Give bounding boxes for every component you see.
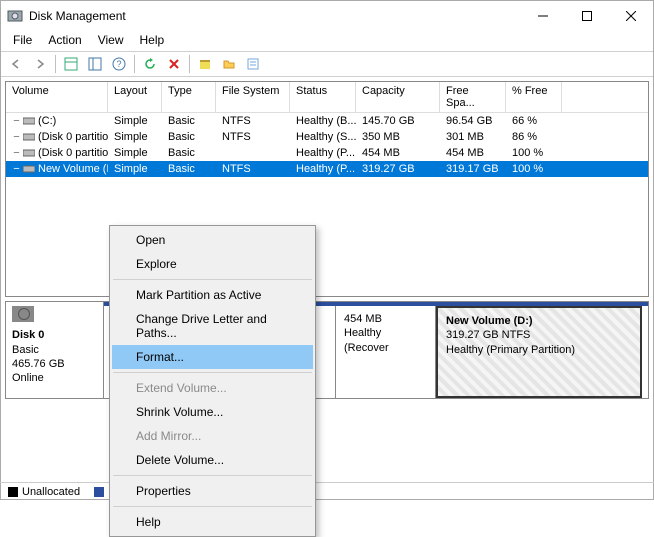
- disk-type: Basic: [12, 344, 39, 356]
- ctx-properties[interactable]: Properties: [112, 479, 313, 503]
- ctx-explore[interactable]: Explore: [112, 252, 313, 276]
- volume-row[interactable]: −(Disk 0 partition 1) Simple Basic NTFS …: [6, 129, 648, 145]
- ctx-add-mirror: Add Mirror...: [112, 424, 313, 448]
- disk-name: Disk 0: [12, 329, 44, 341]
- col-free[interactable]: Free Spa...: [440, 82, 506, 112]
- volume-name: (Disk 0 partition 1): [38, 131, 108, 143]
- folder-icon[interactable]: [218, 53, 240, 75]
- partition-selected[interactable]: New Volume (D:) 319.27 GB NTFS Healthy (…: [436, 306, 642, 398]
- maximize-button[interactable]: [565, 1, 609, 31]
- disk-state: Online: [12, 372, 44, 384]
- volume-name: (C:): [38, 115, 56, 127]
- ctx-delete[interactable]: Delete Volume...: [112, 448, 313, 472]
- menu-file[interactable]: File: [5, 31, 40, 51]
- legend: Unallocated Primary partition: [0, 482, 654, 500]
- col-volume[interactable]: Volume: [6, 82, 108, 112]
- window-title: Disk Management: [29, 9, 521, 23]
- menu-bar: File Action View Help: [1, 31, 653, 51]
- view-1-icon[interactable]: [60, 53, 82, 75]
- forward-button[interactable]: [29, 53, 51, 75]
- view-2-icon[interactable]: [84, 53, 106, 75]
- col-pct-free[interactable]: % Free: [506, 82, 562, 112]
- settings-icon[interactable]: [194, 53, 216, 75]
- disk-size: 465.76 GB: [12, 358, 65, 370]
- close-button[interactable]: [609, 1, 653, 31]
- refresh-icon[interactable]: [139, 53, 161, 75]
- menu-separator: [113, 506, 312, 507]
- title-bar: Disk Management: [1, 1, 653, 31]
- col-filesystem[interactable]: File System: [216, 82, 290, 112]
- disk-icon: [12, 306, 34, 322]
- ctx-mark-active[interactable]: Mark Partition as Active: [112, 283, 313, 307]
- menu-action[interactable]: Action: [40, 31, 89, 51]
- minimize-button[interactable]: [521, 1, 565, 31]
- volume-name: (Disk 0 partition 3): [38, 147, 108, 159]
- menu-view[interactable]: View: [90, 31, 132, 51]
- volume-list[interactable]: Volume Layout Type File System Status Ca…: [5, 81, 649, 297]
- disk-panel: Disk 0 Basic 465.76 GB Online sh Dum 454…: [5, 301, 649, 399]
- disk-label[interactable]: Disk 0 Basic 465.76 GB Online: [6, 302, 104, 398]
- volume-row[interactable]: −(Disk 0 partition 3) Simple Basic Healt…: [6, 145, 648, 161]
- col-capacity[interactable]: Capacity: [356, 82, 440, 112]
- svg-text:?: ?: [116, 59, 121, 69]
- help-icon[interactable]: ?: [108, 53, 130, 75]
- ctx-open[interactable]: Open: [112, 228, 313, 252]
- menu-separator: [113, 279, 312, 280]
- ctx-format[interactable]: Format...: [112, 345, 313, 369]
- volume-name: New Volume (D:): [38, 163, 108, 175]
- col-status[interactable]: Status: [290, 82, 356, 112]
- context-menu: Open Explore Mark Partition as Active Ch…: [109, 225, 316, 537]
- toolbar: ?: [1, 51, 653, 77]
- menu-help[interactable]: Help: [132, 31, 173, 51]
- legend-unallocated: Unallocated: [22, 486, 80, 498]
- list-icon[interactable]: [242, 53, 264, 75]
- menu-separator: [113, 372, 312, 373]
- partition[interactable]: 454 MB Healthy (Recover: [336, 306, 436, 398]
- column-header-row: Volume Layout Type File System Status Ca…: [6, 82, 648, 113]
- menu-separator: [113, 475, 312, 476]
- back-button[interactable]: [5, 53, 27, 75]
- ctx-extend: Extend Volume...: [112, 376, 313, 400]
- col-type[interactable]: Type: [162, 82, 216, 112]
- ctx-change-letter[interactable]: Change Drive Letter and Paths...: [112, 307, 313, 345]
- col-layout[interactable]: Layout: [108, 82, 162, 112]
- delete-icon[interactable]: [163, 53, 185, 75]
- volume-row-selected[interactable]: −New Volume (D:) Simple Basic NTFS Healt…: [6, 161, 648, 177]
- ctx-help[interactable]: Help: [112, 510, 313, 534]
- app-icon: [7, 8, 23, 24]
- ctx-shrink[interactable]: Shrink Volume...: [112, 400, 313, 424]
- volume-row[interactable]: −(C:) Simple Basic NTFS Healthy (B... 14…: [6, 113, 648, 129]
